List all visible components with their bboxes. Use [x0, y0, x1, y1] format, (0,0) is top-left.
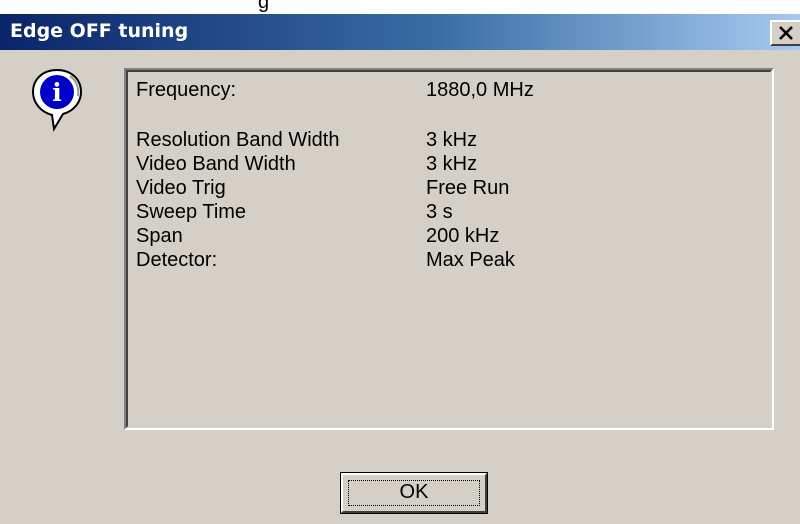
info-label: Resolution Band Width — [136, 129, 340, 151]
background-window-strip: g — [0, 0, 800, 14]
ok-button-label: OK — [399, 481, 429, 503]
info-panel: Frequency: 1880,0 MHz Resolution Band Wi… — [124, 68, 774, 430]
info-row-span: Span 200 kHz — [136, 224, 766, 248]
window-title: Edge OFF tuning — [10, 20, 189, 42]
info-value: 1880,0 MHz — [426, 79, 534, 101]
info-label: Span — [136, 225, 183, 247]
info-row-frequency: Frequency: 1880,0 MHz — [136, 78, 766, 102]
info-row-detector: Detector: Max Peak — [136, 248, 766, 272]
edge-off-tuning-dialog: g Edge OFF tuning i Frequency: 1880,0 MH… — [0, 0, 800, 524]
close-button[interactable] — [770, 20, 800, 46]
info-row-sweep-time: Sweep Time 3 s — [136, 200, 766, 224]
info-label: Video Band Width — [136, 153, 296, 175]
ok-button[interactable]: OK — [340, 472, 488, 514]
title-bar[interactable]: Edge OFF tuning — [0, 14, 800, 50]
info-value: 3 s — [426, 201, 453, 223]
info-balloon-icon: i — [30, 68, 84, 134]
info-label: Sweep Time — [136, 201, 247, 223]
info-row-video-trig: Video Trig Free Run — [136, 176, 766, 200]
info-value: 200 kHz — [426, 225, 500, 247]
clipped-background-text: g — [258, 0, 270, 13]
info-value: Max Peak — [426, 249, 515, 271]
info-label: Frequency: — [136, 79, 237, 101]
info-value: 3 kHz — [426, 129, 478, 151]
info-value: Free Run — [426, 177, 510, 199]
info-label: Detector: — [136, 249, 218, 271]
info-label: Video Trig — [136, 177, 226, 199]
close-icon — [779, 26, 793, 40]
info-glyph: i — [52, 78, 62, 107]
info-value: 3 kHz — [426, 153, 478, 175]
info-row-resolution-bandwidth: Resolution Band Width 3 kHz — [136, 128, 766, 152]
info-row-video-bandwidth: Video Band Width 3 kHz — [136, 152, 766, 176]
